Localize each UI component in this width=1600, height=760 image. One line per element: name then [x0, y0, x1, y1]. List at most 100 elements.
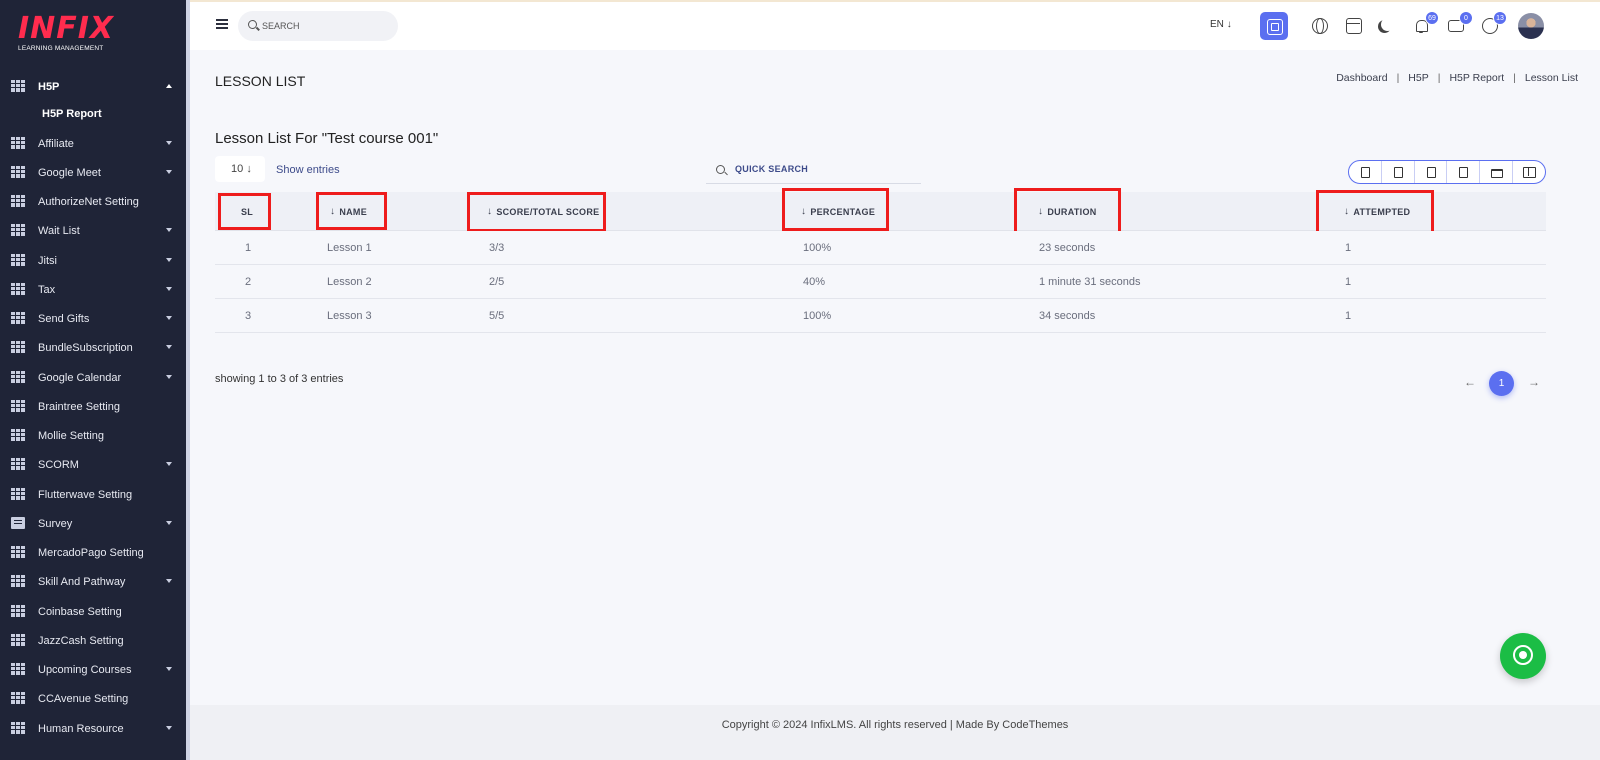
cell-name: Lesson 2: [327, 275, 372, 288]
cell-sl: 2: [245, 275, 252, 288]
entries-select[interactable]: 10 ↓: [215, 156, 265, 182]
sidebar-item-label: JazzCash Setting: [38, 635, 124, 647]
sidebar-subitem-h5p-report[interactable]: H5P Report: [42, 108, 102, 120]
sidebar-item-label: H5P: [38, 81, 60, 93]
whatsapp-badge: 13: [1493, 11, 1507, 25]
sort-arrow-icon: [487, 206, 496, 217]
cpu-icon[interactable]: [1260, 12, 1288, 40]
chevron-down-icon: [166, 579, 172, 583]
cell-score: 5/5: [489, 309, 505, 322]
column-label: ATTEMPTED: [1353, 206, 1411, 217]
breadcrumb-separator: |: [1396, 72, 1400, 84]
cell-percentage: 100%: [803, 241, 832, 254]
whatsapp-chat-button[interactable]: [1500, 633, 1546, 679]
search-box[interactable]: [238, 11, 398, 41]
sidebar-item-label: MercadoPago Setting: [38, 547, 144, 559]
logo[interactable]: INFIX LEARNING MANAGEMENT: [18, 14, 114, 53]
avatar[interactable]: [1518, 13, 1544, 39]
column-attempted[interactable]: ATTEMPTED: [1344, 192, 1410, 231]
moon-icon[interactable]: [1374, 12, 1402, 40]
grid-icon: [11, 371, 25, 383]
footer: Copyright © 2024 InfixLMS. All rights re…: [190, 705, 1600, 760]
sidebar-item-label: Jitsi: [38, 255, 57, 267]
column-score[interactable]: SCORE/TOTAL SCORE: [487, 192, 599, 231]
sidebar-item-label: Coinbase Setting: [38, 606, 122, 618]
copy-icon[interactable]: [1349, 161, 1382, 183]
sidebar-item-label: Affiliate: [38, 138, 74, 150]
sidebar-item-mollie[interactable]: Mollie Setting: [0, 422, 186, 450]
sidebar-item-h5p[interactable]: H5P: [0, 73, 186, 101]
chevron-down-icon: [166, 141, 172, 145]
sidebar-item-human-resource[interactable]: Human Resource: [0, 715, 186, 743]
top-header: EN ↓ 69 0 13: [190, 0, 1600, 50]
breadcrumb-h5p-report[interactable]: H5P Report: [1449, 72, 1504, 84]
sidebar-item-label: Flutterwave Setting: [38, 489, 133, 501]
pdf-icon[interactable]: [1447, 161, 1481, 183]
sidebar-item-tax[interactable]: Tax: [0, 276, 186, 304]
grid-icon: [11, 575, 25, 587]
sidebar-item-jitsi[interactable]: Jitsi: [0, 247, 186, 275]
chevron-down-icon: [166, 726, 172, 730]
sidebar-item-label: Tax: [38, 284, 56, 296]
grid-icon: [11, 458, 25, 470]
whatsapp-icon[interactable]: 13: [1476, 11, 1507, 40]
sidebar-item-google-meet[interactable]: Google Meet: [0, 159, 186, 187]
column-sl[interactable]: SL: [241, 192, 253, 231]
sidebar-item-upcoming-courses[interactable]: Upcoming Courses: [0, 656, 186, 684]
sidebar-item-label: Wait List: [38, 225, 80, 237]
cell-percentage: 40%: [803, 275, 826, 288]
sidebar-item-google-calendar[interactable]: Google Calendar: [0, 364, 186, 392]
logo-subtitle: LEARNING MANAGEMENT: [18, 45, 104, 52]
sidebar-item-label: Google Meet: [38, 167, 101, 179]
column-duration[interactable]: DURATION: [1038, 192, 1097, 231]
breadcrumb-dashboard[interactable]: Dashboard: [1336, 72, 1387, 84]
grid-icon: [11, 166, 25, 178]
sort-arrow-icon: [1038, 206, 1047, 217]
bell-icon[interactable]: 69: [1408, 11, 1439, 40]
grid-icon: [11, 224, 25, 236]
sidebar-item-survey[interactable]: Survey: [0, 510, 186, 538]
sidebar-item-affiliate[interactable]: Affiliate: [0, 130, 186, 158]
arrow-down-icon: ↓: [246, 163, 252, 175]
grid-icon: [11, 312, 25, 324]
language-selector[interactable]: EN ↓: [1210, 19, 1232, 30]
grid-icon: [11, 692, 25, 704]
chevron-down-icon: [166, 228, 172, 232]
arrow-right-icon[interactable]: →: [1528, 375, 1540, 389]
excel-icon[interactable]: [1382, 161, 1415, 183]
cell-attempted: 1: [1345, 309, 1352, 322]
search-input[interactable]: [262, 19, 382, 33]
globe-icon[interactable]: [1306, 12, 1334, 40]
sidebar-item-scorm[interactable]: SCORM: [0, 451, 186, 479]
sidebar-item-skill-pathway[interactable]: Skill And Pathway: [0, 568, 186, 596]
quick-search-field[interactable]: QUICK SEARCH: [706, 156, 921, 184]
csv-icon[interactable]: [1415, 161, 1448, 183]
chat-icon[interactable]: 0: [1442, 11, 1473, 40]
sidebar-item-wait-list[interactable]: Wait List: [0, 217, 186, 245]
sidebar-item-coinbase[interactable]: Coinbase Setting: [0, 598, 186, 626]
arrow-left-icon[interactable]: ←: [1464, 375, 1476, 389]
sidebar-item-mercadopago[interactable]: MercadoPago Setting: [0, 539, 186, 567]
sidebar-item-authorizenet[interactable]: AuthorizeNet Setting: [0, 188, 186, 216]
grid-icon: [11, 634, 25, 646]
page-button-current[interactable]: 1: [1489, 371, 1514, 396]
breadcrumb-h5p[interactable]: H5P: [1408, 72, 1428, 84]
sidebar-item-send-gifts[interactable]: Send Gifts: [0, 305, 186, 333]
sidebar-item-ccavenue[interactable]: CCAvenue Setting: [0, 685, 186, 713]
column-percentage[interactable]: PERCENTAGE: [801, 192, 875, 231]
sidebar-item-jazzcash[interactable]: JazzCash Setting: [0, 627, 186, 655]
grid-icon: [11, 429, 25, 441]
columns-icon[interactable]: [1513, 161, 1545, 183]
table-header: SL NAME SCORE/TOTAL SCORE PERCENTAGE DUR…: [215, 188, 1546, 234]
page-title: LESSON LIST: [215, 73, 306, 89]
layout-icon[interactable]: [1340, 12, 1368, 40]
sidebar-item-bundle-subscription[interactable]: BundleSubscription: [0, 334, 186, 362]
cell-score: 3/3: [489, 241, 505, 254]
sidebar-item-braintree[interactable]: Braintree Setting: [0, 393, 186, 421]
menu-icon[interactable]: [216, 19, 228, 29]
sidebar-item-flutterwave[interactable]: Flutterwave Setting: [0, 481, 186, 509]
breadcrumb-lesson-list: Lesson List: [1524, 72, 1578, 84]
column-name[interactable]: NAME: [330, 192, 367, 231]
print-icon[interactable]: [1480, 161, 1514, 183]
sidebar-item-label: CCAvenue Setting: [38, 693, 129, 705]
